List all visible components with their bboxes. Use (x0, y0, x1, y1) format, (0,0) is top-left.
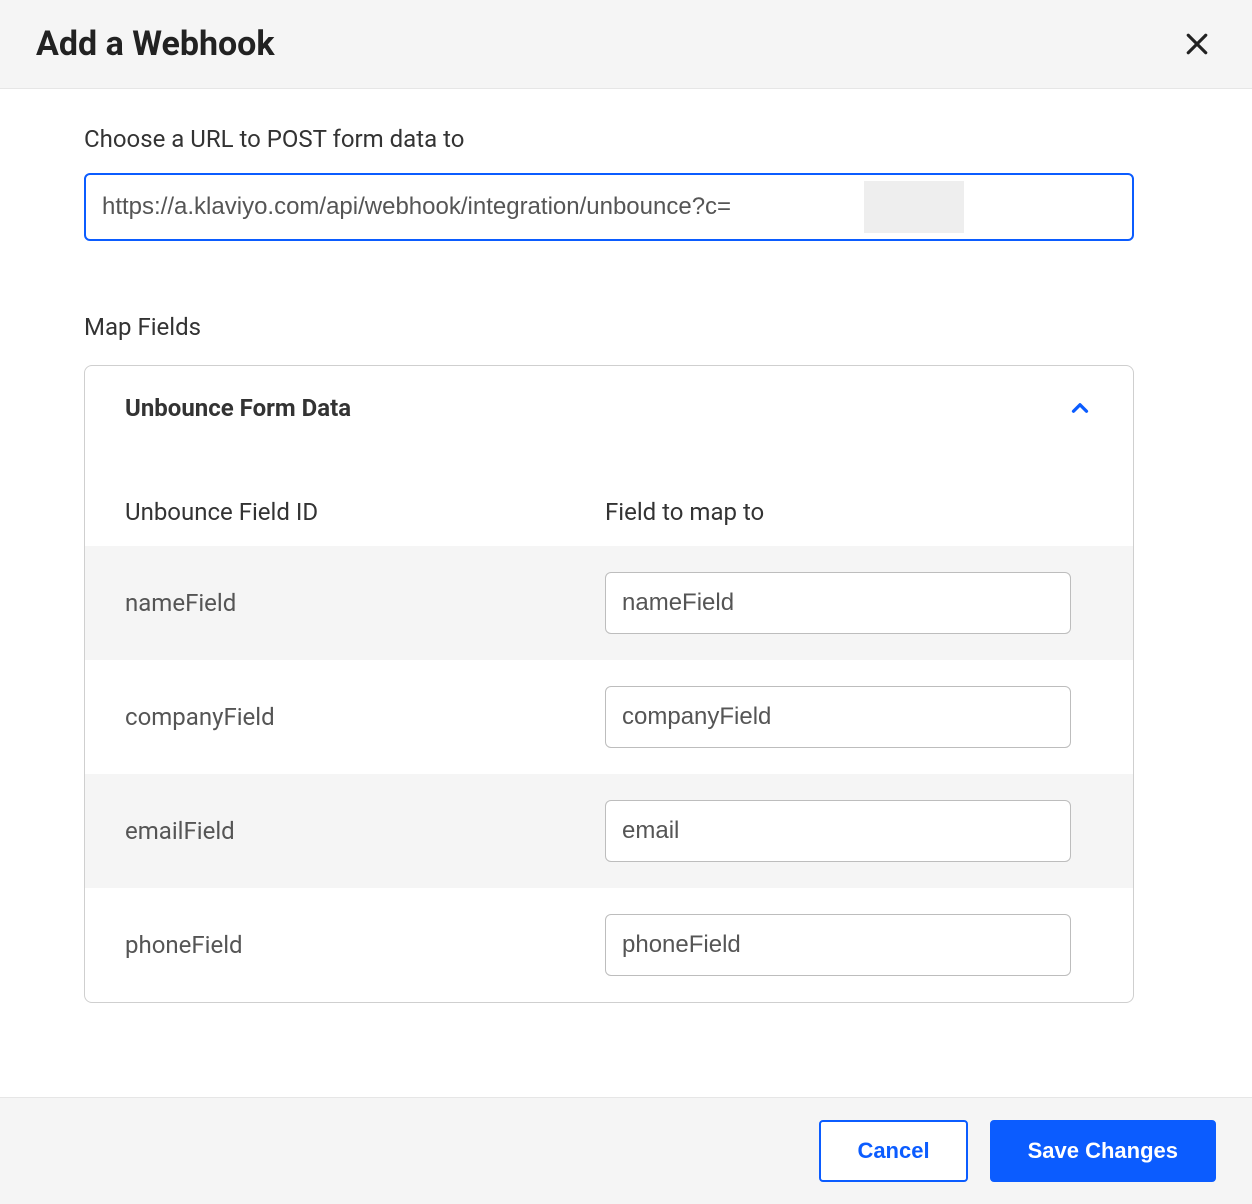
modal-title: Add a Webhook (36, 24, 275, 64)
field-map-input[interactable] (605, 800, 1071, 862)
field-map-input[interactable] (605, 686, 1071, 748)
close-button[interactable] (1178, 25, 1216, 63)
field-id-label: phoneField (125, 931, 605, 959)
modal-header: Add a Webhook (0, 0, 1252, 89)
modal-footer: Cancel Save Changes (0, 1097, 1252, 1204)
map-row: nameField (85, 546, 1133, 660)
column-header-field-id: Unbounce Field ID (125, 498, 605, 526)
field-id-label: nameField (125, 589, 605, 617)
field-map-input[interactable] (605, 572, 1071, 634)
field-id-label: companyField (125, 703, 605, 731)
map-table-header: Unbounce Field ID Field to map to (85, 450, 1133, 546)
url-input-wrap (84, 173, 1134, 241)
field-id-label: emailField (125, 817, 605, 845)
map-fields-label: Map Fields (84, 313, 1168, 341)
panel-title: Unbounce Form Data (125, 394, 351, 422)
webhook-url-input[interactable] (84, 173, 1134, 241)
redacted-overlay (864, 181, 964, 233)
map-row: phoneField (85, 888, 1133, 1002)
url-section-label: Choose a URL to POST form data to (84, 125, 1168, 153)
cancel-button[interactable]: Cancel (819, 1120, 967, 1182)
save-changes-button[interactable]: Save Changes (990, 1120, 1216, 1182)
map-row: companyField (85, 660, 1133, 774)
map-row: emailField (85, 774, 1133, 888)
form-data-panel: Unbounce Form Data Unbounce Field ID Fie… (84, 365, 1134, 1003)
column-header-map-to: Field to map to (605, 498, 1093, 526)
close-icon (1182, 29, 1212, 59)
modal-body: Choose a URL to POST form data to Map Fi… (0, 89, 1252, 1003)
chevron-up-icon (1067, 395, 1093, 421)
panel-header-toggle[interactable]: Unbounce Form Data (85, 366, 1133, 450)
field-map-input[interactable] (605, 914, 1071, 976)
